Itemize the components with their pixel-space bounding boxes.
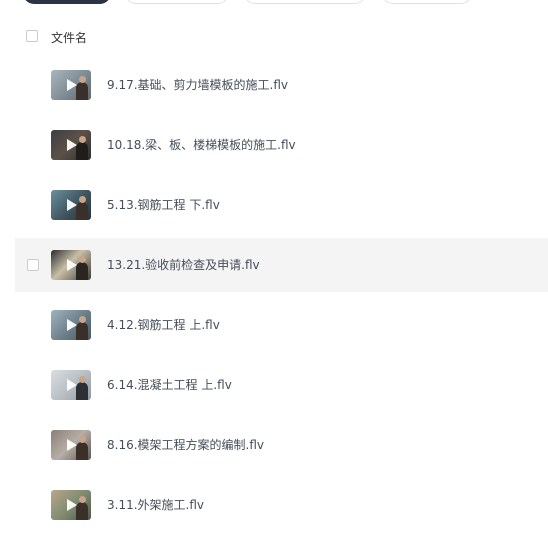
file-row[interactable]: 6.14.混凝土工程 上.flv [15, 358, 548, 412]
file-name[interactable]: 4.12.钢筋工程 上.flv [107, 317, 220, 333]
file-row[interactable]: 10.18.梁、板、楼梯模板的施工.flv [15, 118, 548, 172]
toolbar-button-3[interactable] [244, 0, 366, 4]
play-icon [67, 259, 77, 271]
play-icon [67, 199, 77, 211]
file-name[interactable]: 5.13.钢筋工程 下.flv [107, 197, 220, 213]
file-name[interactable]: 9.17.基础、剪力墙模板的施工.flv [107, 77, 288, 93]
file-name[interactable]: 10.18.梁、板、楼梯模板的施工.flv [107, 137, 296, 153]
toolbar-button-2[interactable] [125, 0, 229, 4]
file-name[interactable]: 3.11.外架施工.flv [107, 497, 204, 513]
play-icon [67, 439, 77, 451]
file-name[interactable]: 8.16.模架工程方案的编制.flv [107, 437, 264, 453]
video-thumbnail [51, 130, 91, 160]
play-icon [67, 499, 77, 511]
play-icon [67, 79, 77, 91]
file-name[interactable]: 6.14.混凝土工程 上.flv [107, 377, 232, 393]
file-row[interactable]: 8.16.模架工程方案的编制.flv [15, 418, 548, 472]
file-row[interactable]: 13.21.验收前检查及申请.flv [15, 238, 548, 292]
video-thumbnail [51, 310, 91, 340]
video-thumbnail [51, 250, 91, 280]
file-row[interactable]: 4.12.钢筋工程 上.flv [15, 298, 548, 352]
select-all-checkbox[interactable] [26, 30, 38, 42]
file-name[interactable]: 13.21.验收前检查及申请.flv [107, 257, 260, 273]
file-row[interactable]: 3.11.外架施工.flv [15, 478, 548, 532]
video-thumbnail [51, 430, 91, 460]
video-thumbnail [51, 490, 91, 520]
video-thumbnail [51, 370, 91, 400]
play-icon [67, 319, 77, 331]
file-list-header: 文件名 [0, 24, 548, 52]
column-header-filename: 文件名 [51, 31, 88, 45]
toolbar-primary-button[interactable] [23, 0, 111, 4]
file-list-page: 文件名 9.17.基础、剪力墙模板的施工.flv 10.18.梁、板、楼梯模板的… [0, 0, 548, 549]
play-icon [67, 139, 77, 151]
video-thumbnail [51, 70, 91, 100]
play-icon [67, 379, 77, 391]
file-row[interactable]: 5.13.钢筋工程 下.flv [15, 178, 548, 232]
row-checkbox[interactable] [27, 259, 39, 271]
toolbar-button-4[interactable] [382, 0, 472, 4]
file-row[interactable]: 9.17.基础、剪力墙模板的施工.flv [15, 58, 548, 112]
video-thumbnail [51, 190, 91, 220]
